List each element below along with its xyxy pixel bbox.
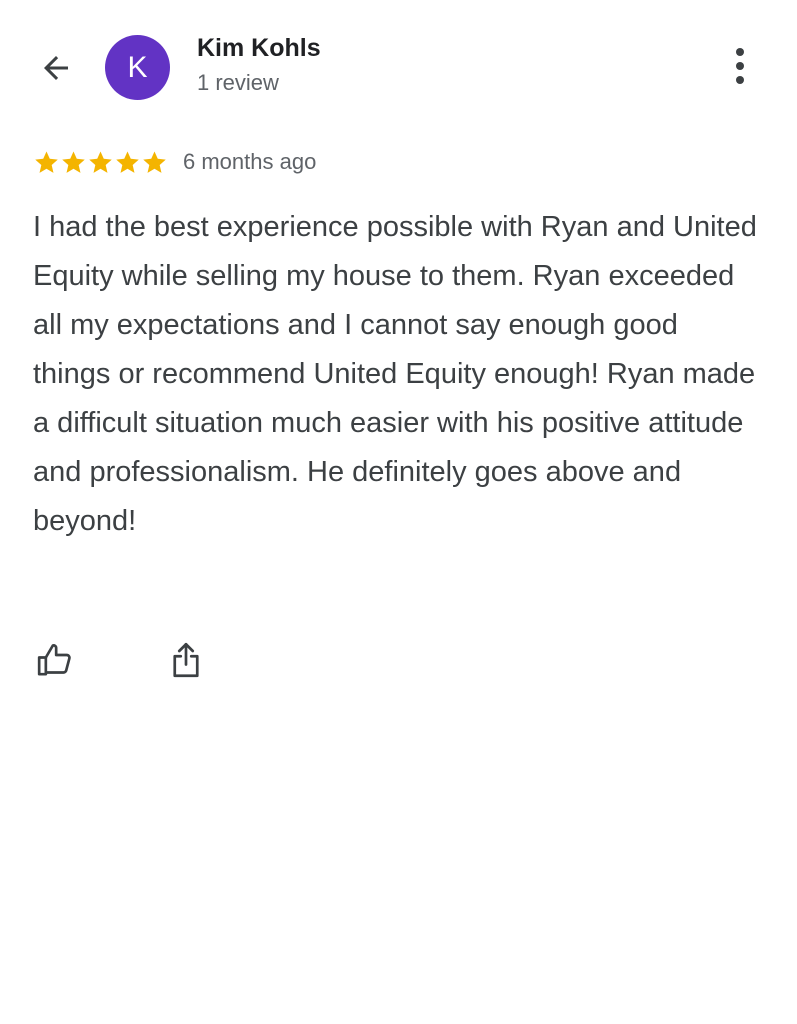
rating-row: 6 months ago: [33, 146, 316, 178]
reviewer-name[interactable]: Kim Kohls: [197, 34, 321, 63]
like-button[interactable]: [33, 638, 77, 682]
share-button[interactable]: [164, 638, 208, 682]
more-vertical-icon: [736, 48, 744, 56]
share-icon: [173, 642, 199, 678]
arrow-left-icon: [44, 56, 68, 80]
back-button[interactable]: [34, 46, 78, 90]
review-actions: [33, 635, 208, 685]
star-icon: [62, 150, 85, 173]
star-rating: [33, 149, 168, 176]
more-options-button[interactable]: [718, 44, 762, 88]
avatar[interactable]: K: [105, 35, 170, 100]
star-icon: [35, 150, 58, 173]
review-count: 1 review: [197, 70, 279, 95]
review-header: K Kim Kohls 1 review: [0, 0, 797, 130]
thumbs-up-icon: [37, 644, 71, 676]
avatar-letter: K: [127, 50, 148, 84]
star-icon: [143, 150, 166, 173]
review-date: 6 months ago: [183, 149, 317, 174]
star-icon: [89, 150, 112, 173]
star-icon: [116, 150, 139, 173]
review-text: I had the best experience possible with …: [33, 211, 757, 537]
